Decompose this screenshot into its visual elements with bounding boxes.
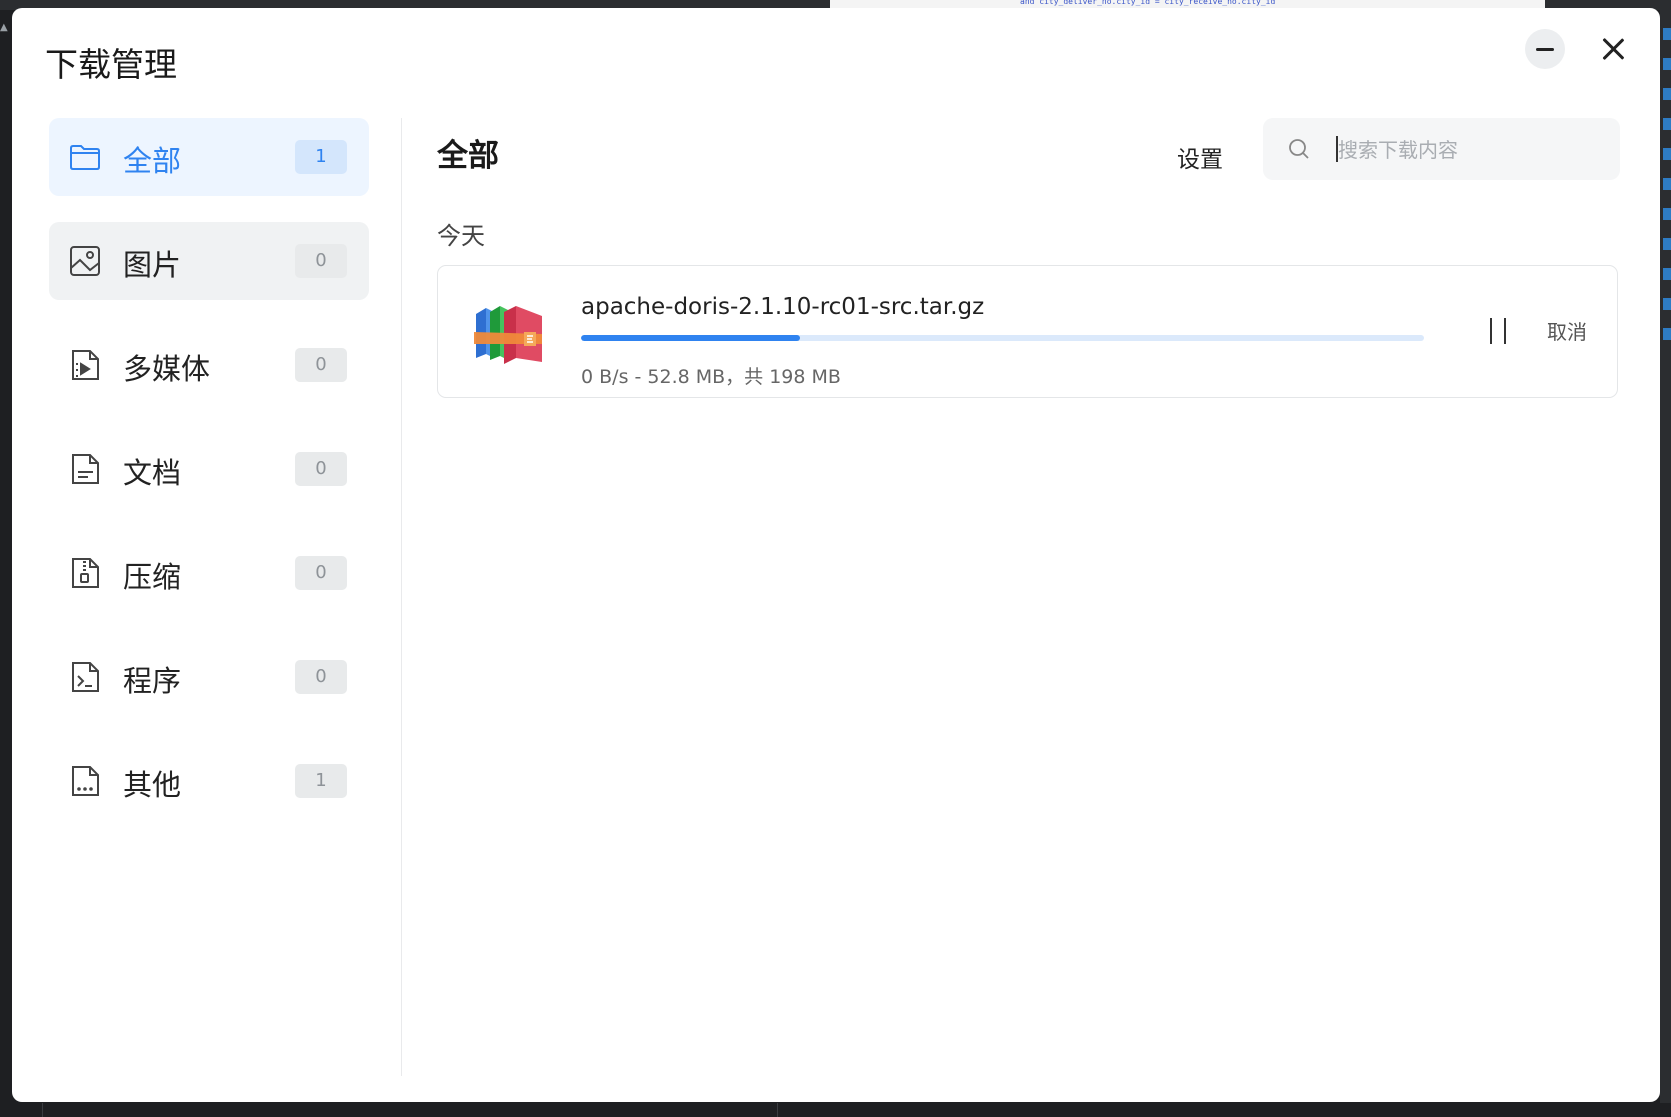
image-icon [70,246,100,276]
section-title: 全部 [437,138,499,174]
download-progress-bar [581,335,1424,341]
search-box[interactable] [1263,118,1620,180]
background-scroll-up-icon: ▲ [0,22,8,33]
sidebar-item-label: 文档 [123,456,182,490]
sidebar-item-count: 0 [295,244,347,278]
sidebar-item-all[interactable]: 全部 1 [49,118,369,196]
text-caret [1336,136,1338,162]
sidebar-item-images[interactable]: 图片 0 [49,222,369,300]
sidebar-item-programs[interactable]: 程序 0 [49,638,369,716]
document-icon [72,454,99,484]
other-file-icon [72,766,99,796]
archive-icon [72,558,99,588]
sidebar-item-other[interactable]: 其他 1 [49,742,369,820]
download-status: 0 B/s - 52.8 MB，共 198 MB [581,366,841,388]
winrar-archive-icon [474,306,542,364]
sidebar-item-count: 0 [295,452,347,486]
sidebar-item-label: 压缩 [123,560,182,594]
background-right-strip [1660,0,1671,1117]
download-progress-fill [581,335,801,341]
window-title: 下载管理 [45,45,177,84]
sidebar-item-label: 程序 [123,664,182,698]
download-manager-window: 下载管理 全部 1 图片 0 多媒体 0 文档 0 压缩 0 程序 0 其他 1… [12,8,1660,1102]
date-group-label: 今天 [437,222,485,250]
sidebar-item-count: 0 [295,556,347,590]
download-file-name: apache-doris-2.1.10-rc01-src.tar.gz [581,294,985,320]
pause-button[interactable] [1484,318,1514,344]
sidebar-item-count: 0 [295,348,347,382]
close-button[interactable] [1598,34,1628,64]
download-item[interactable]: apache-doris-2.1.10-rc01-src.tar.gz 0 B/… [437,265,1618,398]
folder-icon [70,145,100,170]
sidebar-item-count: 0 [295,660,347,694]
search-input[interactable] [1336,131,1600,169]
program-icon [72,662,99,692]
sidebar-item-label: 多媒体 [123,352,211,386]
settings-button[interactable]: 设置 [1177,140,1223,174]
category-sidebar: 全部 1 图片 0 多媒体 0 文档 0 压缩 0 程序 0 其他 1 [49,118,369,846]
background-bottom-strip [0,1103,1671,1117]
sidebar-item-media[interactable]: 多媒体 0 [49,326,369,404]
sidebar-item-count: 1 [295,764,347,798]
minimize-button[interactable] [1525,29,1565,69]
sidebar-item-label: 全部 [123,144,182,178]
media-icon [72,350,99,380]
search-icon [1289,139,1309,159]
cancel-button[interactable]: 取消 [1547,316,1587,345]
sidebar-item-count: 1 [295,140,347,174]
sidebar-item-label: 图片 [123,248,182,282]
sidebar-item-archives[interactable]: 压缩 0 [49,534,369,612]
sidebar-item-documents[interactable]: 文档 0 [49,430,369,508]
background-code-fragment: and city_deliver_no.city_id = city_recei… [1020,0,1276,6]
sidebar-divider [401,118,402,1076]
sidebar-item-label: 其他 [123,768,182,802]
